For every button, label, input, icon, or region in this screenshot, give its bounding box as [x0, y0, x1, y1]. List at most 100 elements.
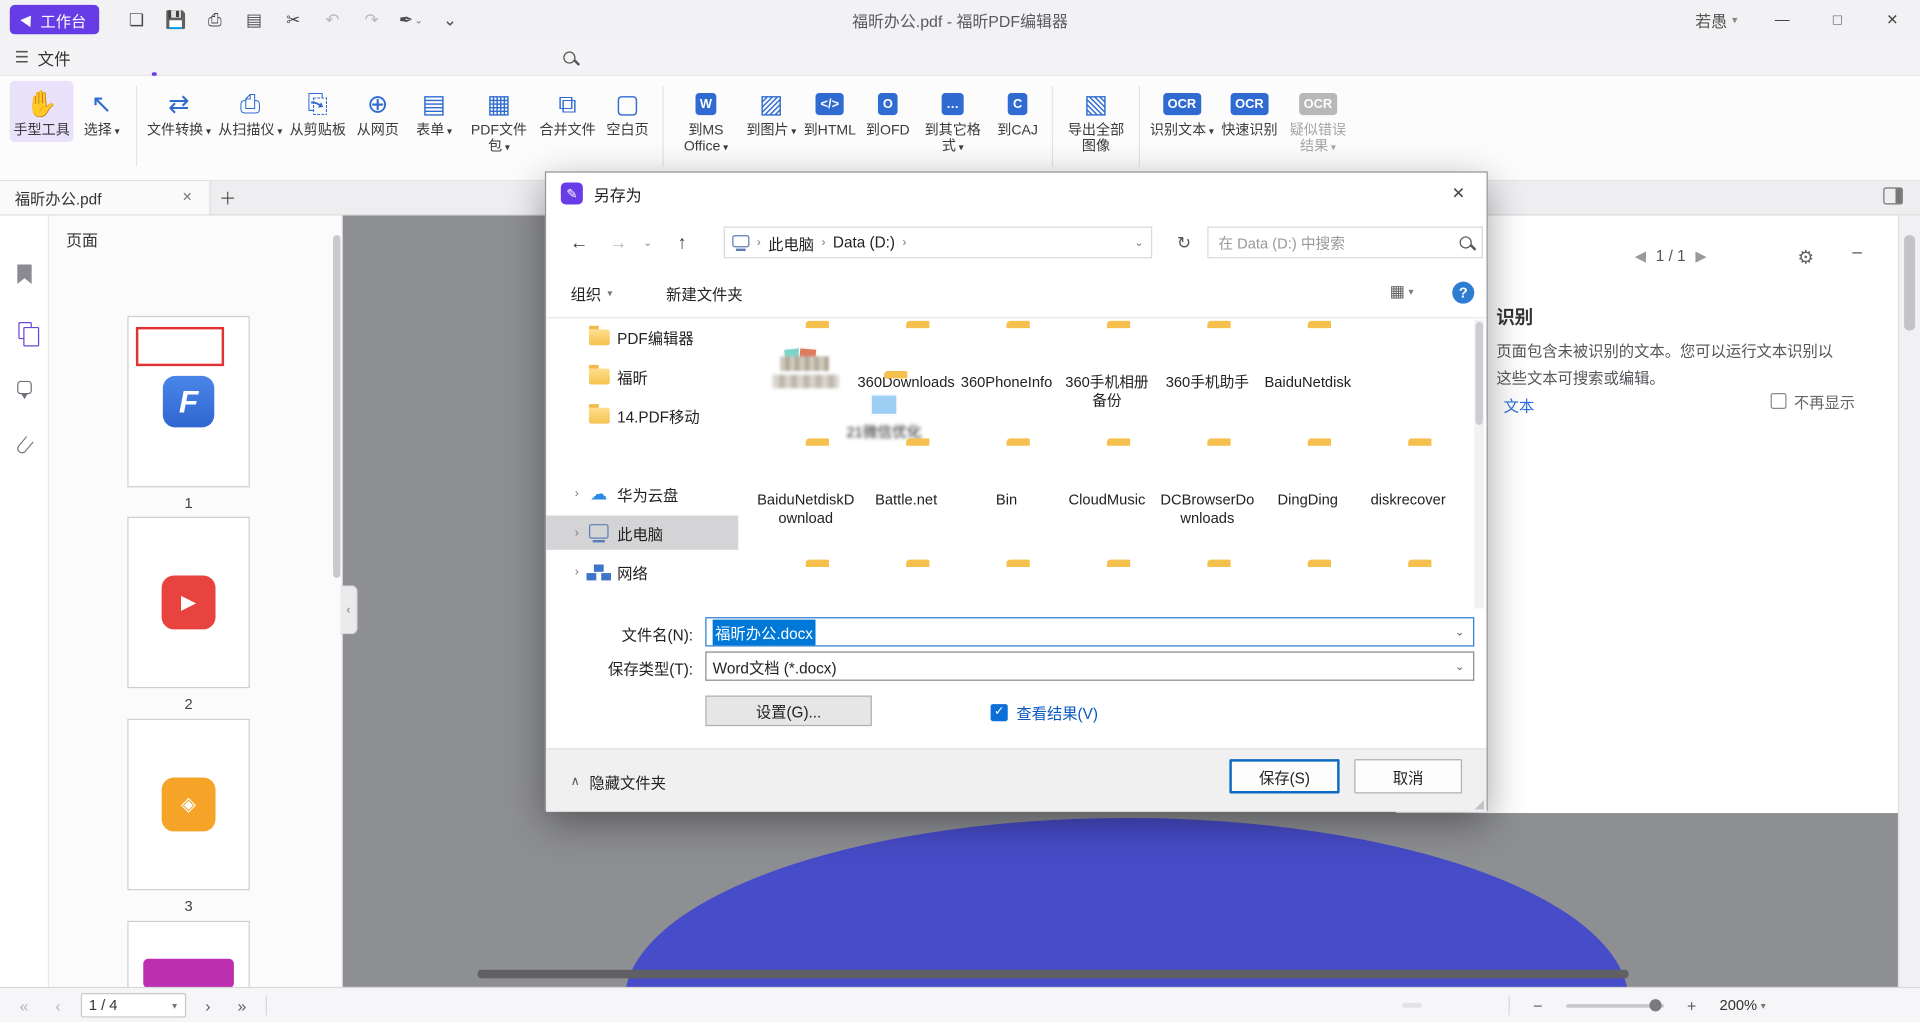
organize-button[interactable]: 组织 ▾ [563, 280, 619, 306]
resize-grip[interactable]: ◢ [1475, 798, 1484, 811]
file-tile[interactable]: 360手机助手 [1157, 320, 1257, 411]
dialog-close-button[interactable]: ✕ [1430, 173, 1486, 215]
file-tile[interactable]: 360PhoneInfo [956, 320, 1056, 411]
zoom-in-icon[interactable]: + [1680, 995, 1704, 1016]
page-thumbnail-4[interactable] [127, 921, 249, 987]
tree-item-network[interactable]: › 网络 [546, 555, 738, 589]
ribbon-separator[interactable] [662, 86, 663, 167]
save-button[interactable]: 保存(S) [1229, 759, 1339, 793]
quick-recognize-button[interactable]: OCR 快速识别 [1218, 81, 1282, 142]
forward-icon[interactable]: → [602, 227, 634, 259]
single-page-view-icon[interactable] [1367, 1003, 1387, 1008]
rotate-left-icon[interactable] [135, 260, 159, 284]
save-icon[interactable]: 💾 [160, 5, 192, 34]
menu-tab-page-manage[interactable] [205, 39, 239, 76]
file-convert-button[interactable]: ⇄ 文件转换 [143, 81, 214, 142]
insert-page-icon[interactable] [206, 260, 230, 284]
ribbon-separator[interactable] [1139, 86, 1140, 167]
menu-tab-view[interactable] [274, 39, 308, 76]
view-options-button[interactable]: ▦ ▾ [1382, 280, 1420, 302]
vertical-scrollbar[interactable] [1898, 216, 1920, 987]
file-tile[interactable] [1258, 558, 1358, 608]
filetype-select[interactable]: Word文档 (*.docx) ⌄ [705, 651, 1474, 680]
ribbon-separator[interactable] [136, 86, 137, 167]
snapshot-icon[interactable]: ✂ [277, 5, 309, 34]
read-mode-icon[interactable] [1331, 1003, 1351, 1008]
filename-input[interactable]: 福昕办公.docx ⌄ [705, 617, 1474, 646]
extract-page-icon[interactable] [277, 260, 301, 284]
user-account-button[interactable]: 若愚 ▾ [1695, 8, 1737, 31]
tree-expand-icon[interactable]: › [568, 526, 585, 539]
file-tile[interactable]: BaiduNetdisk [1258, 320, 1358, 411]
file-tile[interactable] [756, 558, 856, 608]
maximize-button[interactable]: □ [1810, 0, 1865, 39]
pager-next-icon[interactable]: ▶ [1695, 247, 1706, 264]
file-tile[interactable]: CloudMusic [1057, 437, 1157, 528]
to-ofd-button[interactable]: O 到OFD [860, 81, 916, 142]
view-result-checkbox[interactable]: ✓ [991, 703, 1008, 720]
panel-toggle-icon[interactable] [1883, 187, 1903, 204]
file-tile[interactable]: DingDing [1258, 437, 1358, 528]
zoom-level-control[interactable]: 200% ▾ [1720, 997, 1766, 1014]
customize-toolbar-icon[interactable]: ⌄ [434, 5, 466, 34]
tree-item-pdf-editor[interactable]: › PDF编辑器 [546, 320, 738, 354]
panel-collapse-handle[interactable]: ‹ [340, 585, 357, 634]
pages-panel-scrollbar[interactable] [333, 235, 340, 578]
page-thumbnail-3[interactable]: ◈ [127, 719, 249, 890]
menu-tab-convert[interactable] [137, 39, 171, 76]
from-web-button[interactable]: ⊕ 从网页 [350, 81, 406, 142]
file-menu-button[interactable]: ☰ 文件 [15, 45, 71, 69]
hide-folders-button[interactable]: ∧ 隐藏文件夹 [563, 769, 673, 795]
zoom-out-icon[interactable]: − [1526, 995, 1550, 1016]
fit-page-icon[interactable] [1817, 1004, 1837, 1006]
pager-prev-icon[interactable]: ◀ [1635, 247, 1646, 264]
actual-size-icon[interactable] [1853, 1004, 1873, 1006]
menu-tab-protect[interactable] [342, 39, 376, 76]
up-icon[interactable]: ↑ [666, 227, 698, 259]
close-button[interactable]: ✕ [1865, 0, 1920, 39]
tree-item-this-pc[interactable]: › 此电脑 [546, 516, 738, 550]
undo-icon[interactable]: ↶ [317, 5, 349, 34]
hand-tool-button[interactable]: ✋ 手型工具 [10, 81, 74, 142]
menu-tab-comment[interactable] [240, 39, 274, 76]
export-all-images-button[interactable]: ▧ 导出全部图像 [1059, 81, 1132, 158]
new-tab-button[interactable]: ＋ [211, 181, 245, 214]
redo-icon[interactable]: ↷ [356, 5, 388, 34]
menu-tab-vip[interactable] [445, 39, 479, 76]
file-tile[interactable]: DCBrowserDownloads [1157, 437, 1257, 528]
back-icon[interactable]: ← [563, 227, 595, 259]
file-tile[interactable] [1157, 558, 1257, 608]
tab-close-icon[interactable]: ✕ [175, 190, 200, 206]
thumbnail-zoom-in-icon[interactable] [99, 260, 123, 284]
to-html-button[interactable]: </> 到HTML [800, 81, 860, 142]
breadcrumb[interactable]: › 此电脑 › Data (D:) › ⌄ [724, 227, 1153, 259]
file-list-scrollbar-thumb[interactable] [1476, 322, 1483, 425]
form-button[interactable]: ▤ 表单 [406, 81, 462, 142]
menu-tab-assist[interactable] [480, 39, 514, 76]
menu-tab-doc-manage[interactable] [411, 39, 445, 76]
pdf-portfolio-button[interactable]: ▦ PDF文件包 [462, 81, 535, 158]
file-tile[interactable]: diskrecover [1358, 437, 1458, 528]
file-tile[interactable]: Battle.net [856, 437, 956, 528]
document-tab[interactable]: 福昕办公.pdf ✕ [0, 181, 211, 214]
to-image-button[interactable]: ▨ 到图片 [743, 81, 800, 142]
new-folder-button[interactable]: 新建文件夹 [659, 280, 750, 306]
workspace-button[interactable]: 工作台 [10, 5, 99, 34]
chevron-down-icon[interactable]: ⌄ [1446, 653, 1473, 680]
blank-page-button[interactable]: ▢ 空白页 [599, 81, 655, 142]
last-page-button[interactable]: » [230, 995, 254, 1016]
zoom-slider[interactable] [1566, 1003, 1664, 1007]
view-result-control[interactable]: ✓ 查看结果(V) [983, 699, 1105, 725]
dismiss-control[interactable]: 不再显示 [1771, 389, 1856, 412]
recognize-text-button[interactable]: OCR 识别文本 [1146, 81, 1217, 142]
menu-tab-home[interactable] [102, 39, 136, 76]
export-doc-icon[interactable]: ▤ [238, 5, 270, 34]
help-icon[interactable]: ? [1452, 282, 1474, 304]
file-tile[interactable] [1358, 558, 1458, 608]
zoom-slider-thumb[interactable] [1649, 999, 1661, 1011]
gear-icon[interactable]: ⚙ [1790, 245, 1821, 269]
first-page-button[interactable]: « [12, 995, 36, 1016]
fit-width-icon[interactable] [1782, 1004, 1802, 1006]
comments-panel-button[interactable] [10, 372, 39, 401]
open-file-icon[interactable]: ❏ [121, 5, 153, 34]
